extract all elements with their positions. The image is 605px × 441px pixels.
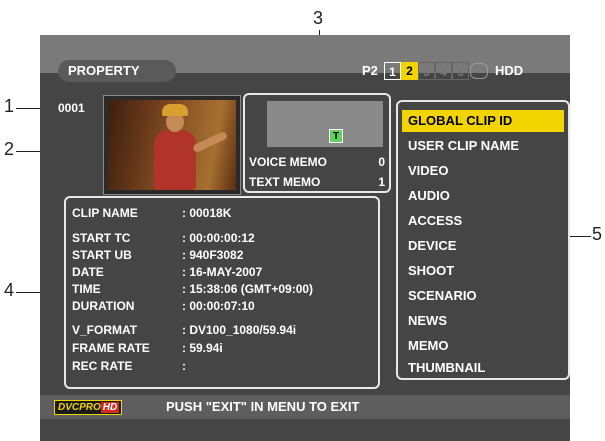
info-key: START UB: [72, 248, 132, 262]
info-value: : 00:00:00:12: [182, 231, 255, 245]
menu-item-scenario[interactable]: SCENARIO: [402, 285, 564, 307]
info-key: V_FORMAT: [72, 323, 138, 337]
status-bar: DVCPRO HD PUSH "EXIT" IN MENU TO EXIT: [40, 395, 570, 419]
text-memo-row: TEXT MEMO 1: [249, 175, 385, 189]
text-memo-count: 1: [378, 175, 385, 189]
slot-3[interactable]: 3: [418, 62, 435, 80]
info-row-v-format: V_FORMAT : DV100_1080/59.94i: [72, 323, 296, 337]
callout-1: 1: [4, 96, 15, 116]
dvcpro-text: DVCPRO: [58, 402, 101, 413]
thumbnail-figure-body: [154, 130, 196, 190]
voice-memo-row: VOICE MEMO 0: [249, 155, 385, 169]
callout-5: 5: [592, 224, 603, 244]
info-key: REC RATE: [72, 359, 133, 373]
slot-5[interactable]: 5: [452, 62, 469, 80]
info-row-start-tc: START TC : 00:00:00:12: [72, 231, 255, 245]
info-row-time: TIME : 15:38:06 (GMT+09:00): [72, 282, 313, 296]
hd-text: HD: [100, 402, 120, 413]
thumbnail-figure-arm: [191, 130, 229, 154]
clip-number: 0001: [58, 101, 85, 115]
menu-item-device[interactable]: DEVICE: [402, 235, 564, 257]
info-value: : 59.94i: [182, 341, 223, 355]
info-key: CLIP NAME: [72, 206, 138, 220]
voice-memo-label: VOICE MEMO: [249, 155, 328, 169]
p2-label: P2: [362, 63, 378, 78]
info-value: : 15:38:06 (GMT+09:00): [182, 282, 314, 296]
text-memo-label: TEXT MEMO: [249, 175, 321, 189]
menu-item-thumbnail[interactable]: THUMBNAIL: [402, 357, 564, 379]
dvcpro-hd-logo: DVCPRO HD: [54, 400, 122, 415]
info-row-rec-rate: REC RATE:: [72, 359, 186, 373]
thumbnail-figure-crown: [162, 104, 188, 116]
info-row-frame-rate: FRAME RATE : 59.94i: [72, 341, 223, 355]
info-value: : 16-MAY-2007: [182, 265, 263, 279]
menu-item-global-clip-id[interactable]: GLOBAL CLIP ID: [402, 110, 564, 132]
callout-3: 3: [313, 8, 324, 28]
info-row-start-ub: START UB : 940F3082: [72, 248, 243, 262]
info-key: DURATION: [72, 299, 135, 313]
info-key: TIME: [72, 282, 101, 296]
clip-thumbnail: [103, 95, 241, 195]
thumbnail-image: [108, 100, 236, 190]
page-title: PROPERTY: [58, 60, 176, 82]
callout-5-line: [569, 236, 591, 237]
slot-4[interactable]: 4: [435, 62, 452, 80]
menu-item-shoot[interactable]: SHOOT: [402, 260, 564, 282]
menu-item-video[interactable]: VIDEO: [402, 160, 564, 182]
exit-message: PUSH "EXIT" IN MENU TO EXIT: [166, 399, 360, 414]
voice-memo-count: 0: [378, 155, 385, 169]
info-row-duration: DURATION : 00:00:07:10: [72, 299, 255, 313]
property-screen: PROPERTY P2 1 2 3 4 5 HDD 0001 T VOICE M…: [40, 35, 570, 441]
info-row-date: DATE : 16-MAY-2007: [72, 265, 262, 279]
info-value: : 00018K: [182, 206, 232, 220]
info-key: FRAME RATE: [72, 341, 150, 355]
menu-item-memo[interactable]: MEMO: [402, 335, 564, 357]
hdd-label: HDD: [495, 63, 524, 78]
memo-panel: T VOICE MEMO 0 TEXT MEMO 1: [243, 93, 391, 193]
clip-info-panel: CLIP NAME: 00018K START TC: 00:00:00:12 …: [64, 196, 380, 389]
info-value: :: [182, 359, 186, 373]
hdd-cylinder-icon: [470, 63, 488, 79]
property-menu: GLOBAL CLIP ID USER CLIP NAME VIDEO AUDI…: [396, 100, 570, 380]
info-value: : DV100_1080/59.94i: [182, 323, 297, 337]
info-key: START TC: [72, 231, 131, 245]
menu-item-access[interactable]: ACCESS: [402, 210, 564, 232]
info-key: DATE: [72, 265, 104, 279]
text-memo-icon: T: [329, 129, 343, 143]
slot-2[interactable]: 2: [401, 62, 418, 80]
menu-item-user-clip-name[interactable]: USER CLIP NAME: [402, 135, 564, 157]
info-value: : 00:00:07:10: [182, 299, 255, 313]
memo-preview: T: [267, 101, 383, 147]
callout-4: 4: [4, 280, 15, 300]
menu-item-audio[interactable]: AUDIO: [402, 185, 564, 207]
slot-1[interactable]: 1: [384, 62, 401, 80]
menu-item-news[interactable]: NEWS: [402, 310, 564, 332]
callout-2: 2: [4, 139, 15, 159]
info-value: : 940F3082: [182, 248, 244, 262]
info-row-clip-name: CLIP NAME : 00018K: [72, 206, 231, 220]
